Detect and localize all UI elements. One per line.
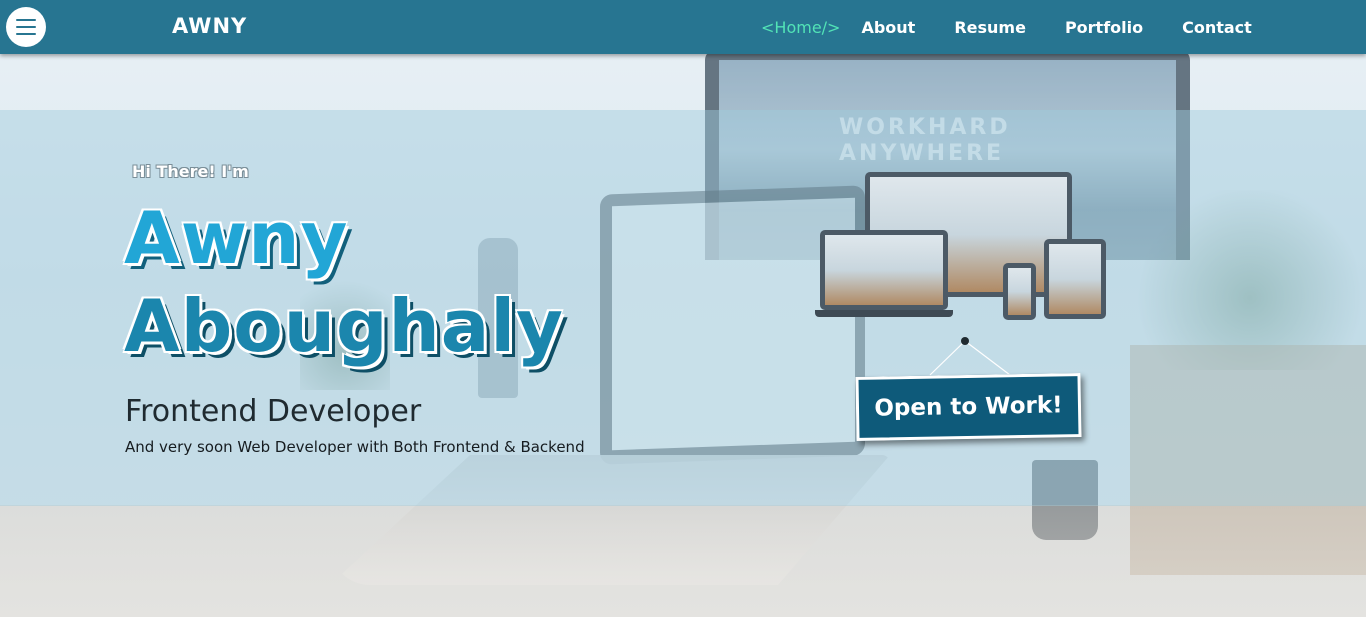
nav-link-about[interactable]: About <box>861 18 915 37</box>
device-laptop-icon <box>820 230 948 310</box>
nav-link-resume[interactable]: Resume <box>954 18 1026 37</box>
site-logo[interactable]: AWNY <box>172 14 247 38</box>
device-phone-icon <box>1003 263 1036 320</box>
open-to-work-badge[interactable]: Open to Work! <box>855 373 1082 441</box>
nav-link-home[interactable]: <Home/> <box>761 18 840 37</box>
background-table <box>0 505 1366 617</box>
device-laptop-base <box>815 310 953 317</box>
hero-last-name: Aboughaly <box>124 284 564 368</box>
hero-subtitle: And very soon Web Developer with Both Fr… <box>125 438 585 456</box>
hero-name: Awny Aboughaly <box>124 194 564 370</box>
hamburger-menu-icon[interactable] <box>6 7 46 47</box>
badge-hanging-strings <box>929 340 1011 376</box>
hero-greeting: Hi There! I'm <box>132 162 249 181</box>
nav-link-contact[interactable]: Contact <box>1182 18 1252 37</box>
nav-link-portfolio[interactable]: Portfolio <box>1065 18 1143 37</box>
device-tablet-icon <box>1044 239 1106 319</box>
hero-first-name: Awny <box>124 196 349 280</box>
main-nav: <Home/> About Resume Portfolio Contact <box>761 0 1291 54</box>
top-navbar: AWNY <Home/> About Resume Portfolio Cont… <box>0 0 1366 54</box>
badge-hanger-pin <box>961 337 969 345</box>
hero-role: Frontend Developer <box>125 394 422 429</box>
